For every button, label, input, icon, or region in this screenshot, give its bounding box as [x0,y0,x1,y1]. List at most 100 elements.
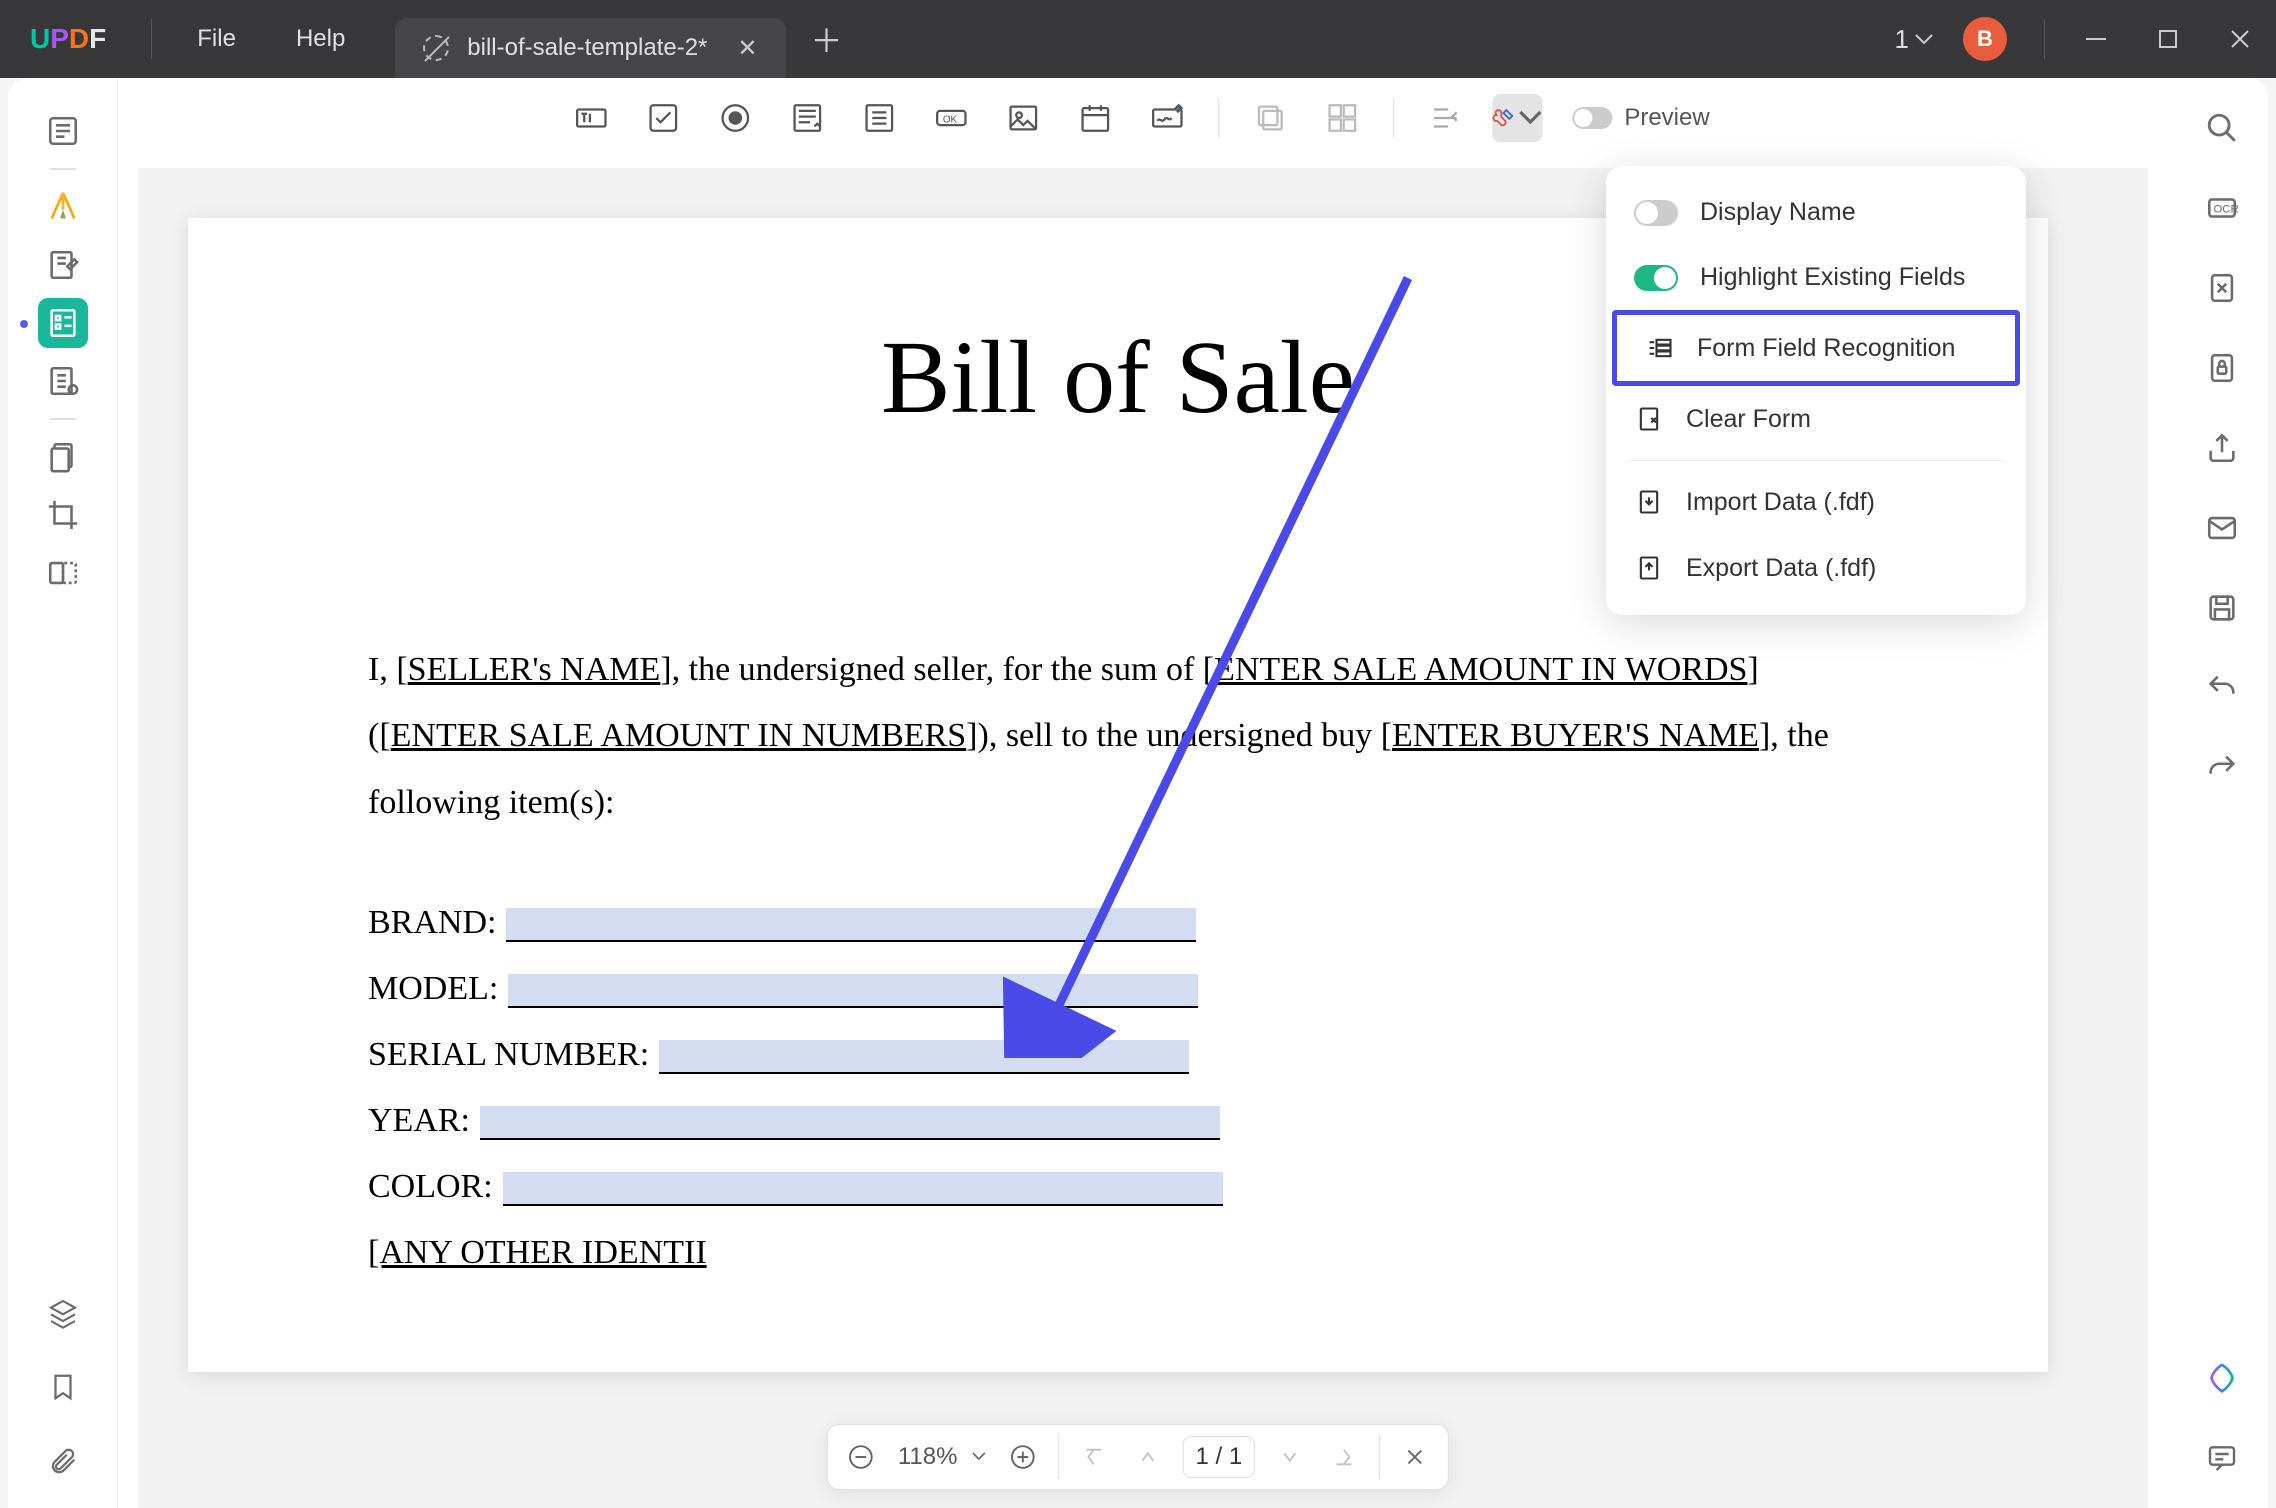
zoom-level[interactable]: 118% [890,1443,994,1471]
menu-label: Display Name [1700,198,1856,227]
color-field-row: COLOR: [368,1168,1868,1206]
titlebar: UPDF File Help bill-of-sale-template-2* … [0,0,2276,78]
field-label: YEAR: [368,1102,470,1140]
signature-field-button[interactable] [1142,94,1192,142]
menu-label: Clear Form [1686,405,1811,434]
protect-button[interactable] [2200,346,2244,390]
radio-button-button[interactable] [710,94,760,142]
duplicate-field-button[interactable] [1317,94,1367,142]
field-label: MODEL: [368,970,498,1008]
brand-input[interactable] [506,908,1196,942]
svg-text:OK: OK [943,114,958,125]
last-page-button[interactable] [1319,1432,1369,1482]
zoom-in-button[interactable] [997,1432,1047,1482]
user-avatar[interactable]: B [1963,17,2007,61]
right-sidebar: OCR [2176,78,2268,1508]
tab-close-button[interactable]: ✕ [737,34,757,63]
left-sidebar [8,78,118,1508]
attachment-button[interactable] [38,1436,88,1486]
menu-label: Import Data (.fdf) [1686,488,1875,517]
separator [1057,1435,1058,1479]
share-button[interactable] [2200,426,2244,470]
main-area: OCR OK Preview [8,78,2268,1508]
dropdown-field-button[interactable] [782,94,832,142]
color-input[interactable] [503,1172,1223,1206]
tab-doc-icon [423,35,449,61]
page-tool-button[interactable] [38,432,88,482]
separator [1393,98,1394,138]
clear-icon [1634,404,1664,434]
first-page-button[interactable] [1068,1432,1118,1482]
bookmark-button[interactable] [38,1362,88,1412]
other-field-row: [ANY OTHER IDENTII [368,1234,1868,1272]
search-button[interactable] [2200,106,2244,150]
email-button[interactable] [2200,506,2244,550]
form-tools-button[interactable] [1492,94,1542,142]
clear-form-button[interactable]: Clear Form [1606,386,2026,452]
copy-field-button[interactable] [1245,94,1295,142]
document-paragraph: I, [SELLER's NAME], the undersigned sell… [368,637,1868,836]
serial-input[interactable] [659,1040,1189,1074]
menu-label: Highlight Existing Fields [1700,263,1965,292]
next-page-button[interactable] [1265,1432,1315,1482]
layers-button[interactable] [38,1288,88,1338]
preview-toggle[interactable]: Preview [1572,104,1709,132]
reader-mode-button[interactable] [38,106,88,156]
file-menu[interactable]: File [167,25,266,53]
convert-button[interactable] [2200,266,2244,310]
import-icon [1634,487,1664,517]
minimize-button[interactable] [2060,0,2132,78]
model-field-row: MODEL: [368,970,1868,1008]
document-tab[interactable]: bill-of-sale-template-2* ✕ [395,18,785,78]
year-field-row: YEAR: [368,1102,1868,1140]
toggle-off-icon [1572,107,1612,129]
model-input[interactable] [508,974,1198,1008]
date-field-button[interactable] [1070,94,1120,142]
window-count[interactable]: 1 [1887,24,1941,55]
comment-panel-button[interactable] [2200,1436,2244,1480]
new-tab-button[interactable]: ＋ [811,16,843,62]
zoom-out-button[interactable] [836,1432,886,1482]
text-field-button[interactable] [566,94,616,142]
crop-tool-button[interactable] [38,490,88,540]
image-field-button[interactable] [998,94,1048,142]
form-tools-dropdown: Display Name Highlight Existing Fields F… [1606,166,2026,615]
form-field-recognition-button[interactable]: Form Field Recognition [1612,310,2020,386]
recognition-icon [1645,333,1675,363]
undo-button[interactable] [2200,666,2244,710]
comment-mode-button[interactable] [38,182,88,232]
maximize-button[interactable] [2132,0,2204,78]
separator [1218,98,1219,138]
separator [50,168,76,170]
page-indicator[interactable]: 1 / 1 [1182,1436,1255,1478]
separator [151,19,152,59]
form-mode-button[interactable] [38,298,88,348]
save-button[interactable] [2200,586,2244,630]
help-menu[interactable]: Help [266,25,375,53]
display-name-toggle[interactable]: Display Name [1606,180,2026,245]
align-button[interactable] [1420,94,1470,142]
export-data-button[interactable]: Export Data (.fdf) [1606,535,2026,601]
close-toolbar-button[interactable] [1390,1432,1440,1482]
bottom-toolbar: 118% 1 / 1 [827,1424,1449,1490]
separator [2044,19,2045,59]
checkbox-button[interactable] [638,94,688,142]
ocr-button[interactable]: OCR [2200,186,2244,230]
field-label: COLOR: [368,1168,493,1206]
tab-title: bill-of-sale-template-2* [467,34,707,62]
edit-mode-button[interactable] [38,240,88,290]
prev-page-button[interactable] [1122,1432,1172,1482]
import-data-button[interactable]: Import Data (.fdf) [1606,469,2026,535]
redo-button[interactable] [2200,746,2244,790]
year-input[interactable] [480,1106,1220,1140]
listbox-button[interactable] [854,94,904,142]
separator [50,418,76,420]
menu-label: Export Data (.fdf) [1686,554,1876,583]
compare-tool-button[interactable] [38,548,88,598]
ai-assistant-button[interactable] [2200,1356,2244,1400]
organize-mode-button[interactable] [38,356,88,406]
highlight-fields-toggle[interactable]: Highlight Existing Fields [1606,245,2026,310]
button-field-button[interactable]: OK [926,94,976,142]
menu-label: Form Field Recognition [1697,334,1955,363]
close-window-button[interactable] [2204,0,2276,78]
